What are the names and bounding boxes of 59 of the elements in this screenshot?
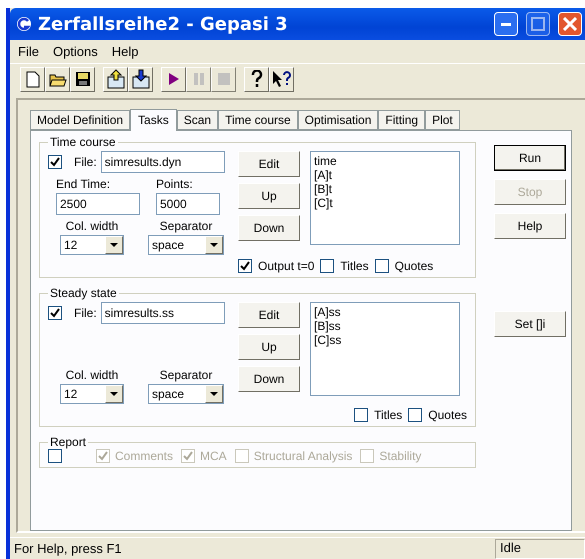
field-label: End Time: xyxy=(56,177,112,191)
field-label: Points: xyxy=(156,177,194,191)
dropdown[interactable]: 12 xyxy=(60,235,124,255)
action-button[interactable]: Help xyxy=(494,213,566,239)
menu-item[interactable]: Options xyxy=(52,44,98,59)
checkbox-label: Titles xyxy=(340,259,369,273)
tab[interactable]: Model Definition xyxy=(30,110,130,130)
dropdown[interactable]: space xyxy=(148,384,224,404)
tab[interactable]: Plot xyxy=(425,110,460,130)
list-button[interactable]: Edit xyxy=(238,302,300,328)
field-label: Col. width xyxy=(66,368,118,382)
output-list[interactable]: [A]ss [B]ss [C]ss xyxy=(310,302,460,396)
dropdown[interactable]: 12 xyxy=(60,384,124,404)
window-title: Zerfallsreihe2 - Gepasi 3 xyxy=(38,14,288,34)
list-item[interactable]: [C]t xyxy=(314,196,456,210)
checkbox-label: Comments xyxy=(115,449,174,463)
list-item[interactable]: [A]ss xyxy=(314,305,456,319)
status-state: Idle xyxy=(495,538,585,558)
group-title: Time course xyxy=(49,135,117,149)
list-button[interactable]: Up xyxy=(238,334,300,360)
group-title: Steady state xyxy=(49,286,118,300)
checkbox-label: Structural Analysis xyxy=(254,449,352,463)
tab[interactable]: Fitting xyxy=(378,110,426,130)
group-title: Report xyxy=(49,435,88,449)
field-label: File: xyxy=(74,306,97,320)
tab[interactable]: Tasks xyxy=(130,109,177,131)
tab[interactable]: Time course xyxy=(218,110,298,130)
field-label: File: xyxy=(74,155,97,169)
list-button[interactable]: Up xyxy=(238,183,300,209)
list-button[interactable]: Down xyxy=(238,366,300,392)
action-button[interactable]: Run xyxy=(494,145,566,171)
checkbox-label: Stability xyxy=(379,449,422,463)
list-item[interactable]: [B]ss xyxy=(314,319,456,333)
field-label: Col. width xyxy=(66,219,118,233)
field-label: Separator xyxy=(160,368,212,382)
status-text: For Help, press F1 xyxy=(13,541,123,556)
action-button[interactable]: Set []i xyxy=(494,311,566,337)
dropdown[interactable]: space xyxy=(148,235,224,255)
file-field[interactable]: simresults.ss xyxy=(100,302,225,324)
list-button[interactable]: Down xyxy=(238,215,300,241)
list-item[interactable]: [B]t xyxy=(314,182,456,196)
end-time-field[interactable]: 2500 xyxy=(56,193,140,215)
menu-item[interactable]: File xyxy=(18,44,39,59)
points-field[interactable]: 5000 xyxy=(156,193,220,215)
list-item[interactable]: time xyxy=(314,154,456,168)
menu-item[interactable]: Help xyxy=(112,44,139,59)
checkbox-label: Quotes xyxy=(428,408,467,422)
checkbox-label: MCA xyxy=(200,449,227,463)
list-item[interactable]: [A]t xyxy=(314,168,456,182)
field-label: Separator xyxy=(160,219,212,233)
list-button[interactable]: Edit xyxy=(238,151,300,177)
checkbox-label: Quotes xyxy=(394,259,434,273)
tab[interactable]: Optimisation xyxy=(298,110,378,130)
list-item[interactable]: [C]ss xyxy=(314,333,456,347)
output-list[interactable]: time [A]t [B]t [C]t xyxy=(310,151,460,245)
file-field[interactable]: simresults.dyn xyxy=(100,151,225,173)
checkbox-label: Titles xyxy=(374,408,402,422)
tab[interactable]: Scan xyxy=(176,110,218,130)
checkbox-label: Output t=0 xyxy=(258,259,314,273)
